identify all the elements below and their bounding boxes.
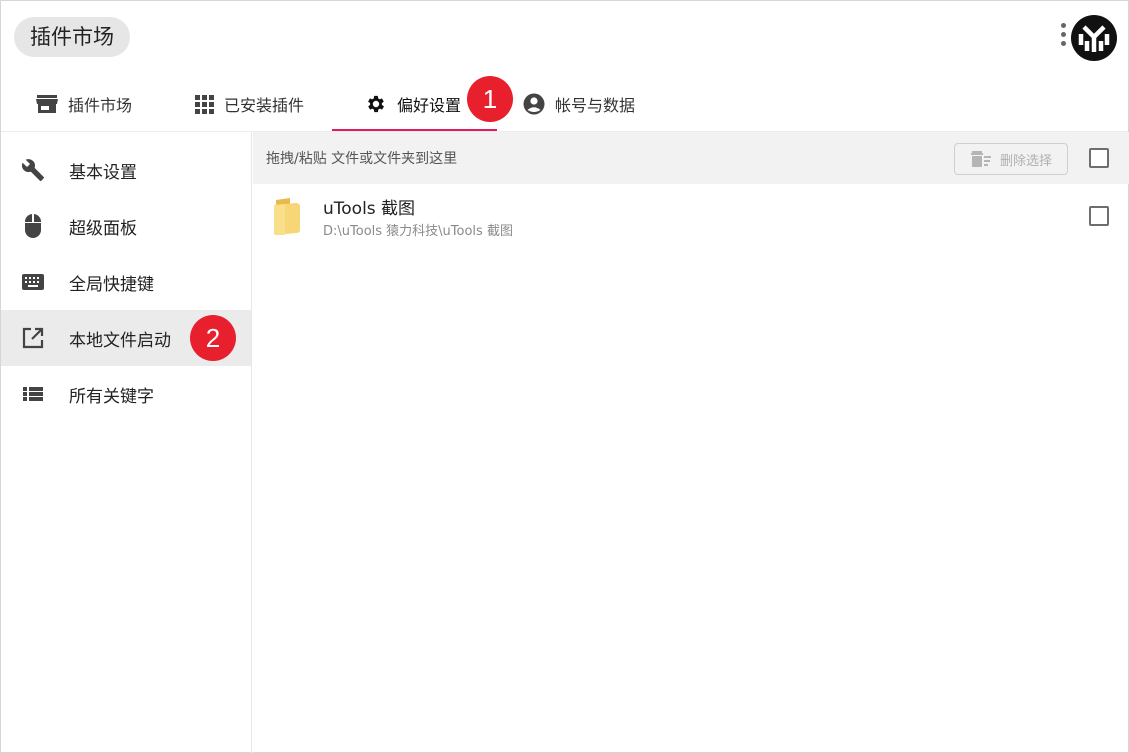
delete-sweep-icon: [970, 151, 991, 167]
utools-logo[interactable]: [1071, 15, 1117, 61]
more-vert-icon[interactable]: [1059, 23, 1067, 53]
keyboard-icon: [22, 274, 44, 290]
drop-hint: 拖拽/粘贴 文件或文件夹到这里: [266, 151, 458, 167]
gear-icon: [368, 95, 384, 113]
app-window: 插件市场 插件市场 已安装插件 偏好设置 帐号与数据 1 基本设置 超级面板 全…: [0, 0, 1129, 753]
sidebar-item-label: 所有关键字: [69, 386, 154, 407]
tab-label: 偏好设置: [397, 96, 462, 115]
mouse-icon: [25, 214, 41, 238]
tab-label: 已安装插件: [224, 96, 305, 115]
file-name: uTools 截图: [323, 199, 416, 219]
sidebar-item-label: 全局快捷键: [69, 274, 154, 295]
annotation-badge-1: 1: [467, 76, 513, 122]
sidebar-item-basic-settings[interactable]: 基本设置: [1, 142, 251, 198]
sidebar-item-super-panel[interactable]: 超级面板: [1, 198, 251, 254]
top-bar: 插件市场: [1, 1, 1128, 73]
delete-selected-button[interactable]: 删除选择: [954, 143, 1068, 175]
drop-zone-bar[interactable]: 拖拽/粘贴 文件或文件夹到这里 删除选择: [253, 132, 1129, 184]
file-path: D:\uTools 猿力科技\uTools 截图: [323, 224, 513, 239]
apps-grid-icon: [195, 95, 214, 114]
wrench-icon: [21, 159, 44, 181]
search-input[interactable]: 插件市场: [14, 17, 130, 57]
sidebar-item-global-hotkeys[interactable]: 全局快捷键: [1, 254, 251, 310]
list-item[interactable]: uTools 截图 D:\uTools 猿力科技\uTools 截图: [253, 185, 1129, 245]
row-checkbox[interactable]: [1089, 206, 1109, 226]
annotation-badge-2: 2: [190, 315, 236, 361]
tab-label: 插件市场: [68, 96, 133, 115]
open-in-new-icon: [22, 327, 44, 349]
account-circle-icon: [523, 93, 545, 115]
list-icon: [23, 387, 43, 401]
tab-preferences[interactable]: 偏好设置: [365, 77, 461, 131]
sidebar-item-label: 基本设置: [69, 162, 137, 183]
delete-button-label: 删除选择: [999, 153, 1052, 169]
sidebar-item-label: 本地文件启动: [69, 330, 171, 351]
sidebar-item-label: 超级面板: [69, 218, 137, 239]
tab-installed-plugins[interactable]: 已安装插件: [194, 77, 304, 131]
store-icon: [36, 95, 58, 113]
tab-account-data[interactable]: 帐号与数据: [523, 77, 635, 131]
sidebar: 基本设置 超级面板 全局快捷键 本地文件启动 所有关键字: [1, 132, 252, 753]
select-all-checkbox[interactable]: [1089, 148, 1109, 168]
folder-icon: [274, 198, 300, 235]
sidebar-item-all-keywords[interactable]: 所有关键字: [1, 366, 251, 422]
tab-bar: 插件市场 已安装插件 偏好设置 帐号与数据: [1, 77, 1128, 131]
tab-label: 帐号与数据: [555, 96, 636, 115]
tab-plugin-market[interactable]: 插件市场: [36, 77, 132, 131]
